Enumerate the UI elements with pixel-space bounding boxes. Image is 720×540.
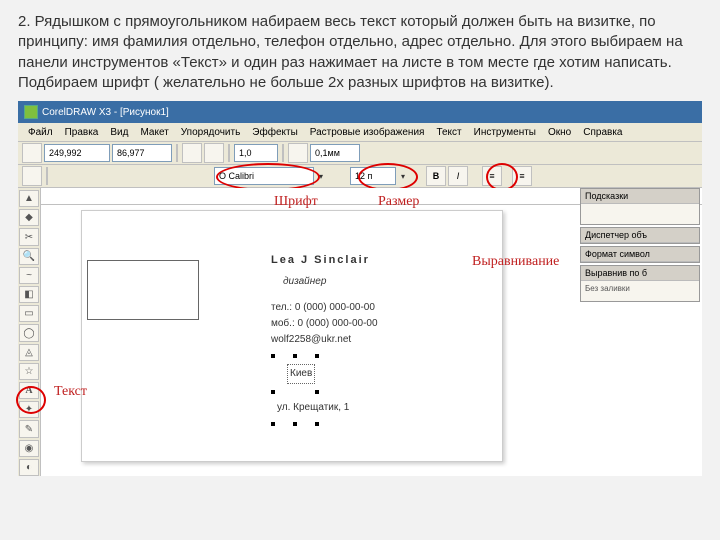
toolbox: ▲ ◆ ✂ 🔍 ~ ◧ ▭ ◯ ◬ ☆ A ✦ ✎ ◉ ◐ (18, 188, 41, 476)
selection-handles-mid (271, 384, 378, 400)
chevron-down-icon[interactable]: ▾ (316, 172, 326, 181)
card-tel: тел.: 0 (000) 000-00-00 (271, 300, 378, 316)
shape-tool-icon[interactable]: ◆ (19, 209, 39, 226)
separator (228, 144, 230, 162)
pick-tool-icon[interactable]: ▲ (19, 190, 39, 207)
annotation-text: Текст (54, 384, 87, 400)
separator (176, 144, 178, 162)
grid-icon[interactable] (288, 143, 308, 163)
card-role: дизайнер (271, 270, 378, 300)
card-mob: моб.: 0 (000) 000-00-00 (271, 316, 378, 332)
paper-size-input[interactable]: 249,992 (44, 144, 110, 162)
annotation-align: Выравнивание (472, 254, 559, 270)
rectangle-tool-icon[interactable]: ▭ (19, 305, 39, 322)
separator (282, 144, 284, 162)
docker-char-format[interactable]: Формат символ (580, 246, 700, 263)
menu-edit[interactable]: Правка (59, 125, 105, 140)
menu-window[interactable]: Окно (542, 125, 577, 140)
menu-view[interactable]: Вид (104, 125, 134, 140)
paper-width-input[interactable]: 86,977 (112, 144, 172, 162)
card-city[interactable]: Киев (287, 364, 315, 384)
coreldraw-window: CorelDRAW X3 - [Рисунок1] Файл Правка Ви… (18, 101, 702, 471)
separator (46, 167, 48, 185)
menu-bitmaps[interactable]: Растровые изображения (304, 125, 431, 140)
docker-object-manager[interactable]: Диспетчер объ (580, 227, 700, 244)
menu-layout[interactable]: Макет (134, 125, 174, 140)
instruction-text: 2. Рядышком с прямоугольником набираем в… (0, 0, 720, 101)
bullets-button[interactable]: ≡ (512, 166, 532, 186)
menu-file[interactable]: Файл (22, 125, 59, 140)
font-name-dropdown[interactable]: O Calibri (214, 167, 314, 185)
smartfill-tool-icon[interactable]: ◧ (19, 286, 39, 303)
docker-panel: Подсказки Диспетчер объ Формат символ Вы… (580, 188, 700, 304)
menu-text[interactable]: Текст (430, 125, 467, 140)
text-style-icon[interactable] (22, 166, 42, 186)
italic-button[interactable]: I (448, 166, 468, 186)
drawing-page[interactable]: Lea J Sinclair дизайнер тел.: 0 (000) 00… (41, 188, 702, 476)
docker-body (581, 204, 699, 224)
ellipse-tool-icon[interactable]: ◯ (19, 324, 39, 341)
docker-title: Выравнив по б (581, 266, 699, 281)
titlebar: CorelDRAW X3 - [Рисунок1] (18, 101, 702, 123)
annotation-size: Размер (378, 194, 419, 210)
window-title: CorelDRAW X3 - [Рисунок1] (42, 107, 169, 118)
align-button[interactable]: ≡ (482, 166, 502, 186)
card-rectangle[interactable] (87, 260, 199, 320)
crop-tool-icon[interactable]: ✂ (19, 228, 39, 245)
app-icon (24, 105, 38, 119)
selection-handles-bottom (271, 416, 378, 432)
docker-body: Без заливки (581, 281, 699, 301)
outline-tool-icon[interactable]: ◉ (19, 440, 39, 457)
card-email: wolf2258@ukr.net (271, 332, 378, 348)
card-text-block[interactable]: Lea J Sinclair дизайнер тел.: 0 (000) 00… (271, 252, 378, 432)
nudge-input[interactable]: 0,1мм (310, 144, 360, 162)
bold-button[interactable]: B (426, 166, 446, 186)
landscape-icon[interactable] (204, 143, 224, 163)
docker-title: Формат символ (581, 247, 699, 262)
selection-handles-top (271, 348, 378, 364)
eyedropper-tool-icon[interactable]: ✎ (19, 420, 39, 437)
menubar[interactable]: Файл Правка Вид Макет Упорядочить Эффект… (18, 123, 702, 142)
portrait-icon[interactable] (182, 143, 202, 163)
new-doc-icon[interactable] (22, 143, 42, 163)
menu-tools[interactable]: Инструменты (468, 125, 542, 140)
units-input[interactable]: 1,0 (234, 144, 278, 162)
docker-title: Подсказки (581, 189, 699, 204)
fill-tool-icon[interactable]: ◐ (19, 459, 39, 476)
docker-hints[interactable]: Подсказки (580, 188, 700, 225)
workspace: ▲ ◆ ✂ 🔍 ~ ◧ ▭ ◯ ◬ ☆ A ✦ ✎ ◉ ◐ Lea J Sinc… (18, 188, 702, 476)
basic-shapes-tool-icon[interactable]: ☆ (19, 363, 39, 380)
zoom-tool-icon[interactable]: 🔍 (19, 248, 39, 265)
font-size-dropdown[interactable]: 12 п (350, 167, 396, 185)
property-bar-page: 249,992 86,977 1,0 0,1мм (18, 142, 702, 165)
docker-align[interactable]: Выравнив по б Без заливки (580, 265, 700, 302)
curve-tool-icon[interactable]: ~ (19, 267, 39, 284)
property-bar-text: O Calibri ▾ 12 п ▾ B I ≡ ≡ (18, 165, 702, 188)
menu-help[interactable]: Справка (577, 125, 628, 140)
text-tool-icon[interactable]: A (19, 382, 39, 399)
menu-arrange[interactable]: Упорядочить (175, 125, 247, 140)
polygon-tool-icon[interactable]: ◬ (19, 344, 39, 361)
card-street: ул. Крещатик, 1 (271, 400, 378, 416)
chevron-down-icon[interactable]: ▾ (398, 172, 408, 181)
menu-effects[interactable]: Эффекты (246, 125, 303, 140)
interactive-tool-icon[interactable]: ✦ (19, 401, 39, 418)
annotation-font: Шрифт (274, 194, 318, 210)
docker-title: Диспетчер объ (581, 228, 699, 243)
card-name: Lea J Sinclair (271, 252, 378, 270)
